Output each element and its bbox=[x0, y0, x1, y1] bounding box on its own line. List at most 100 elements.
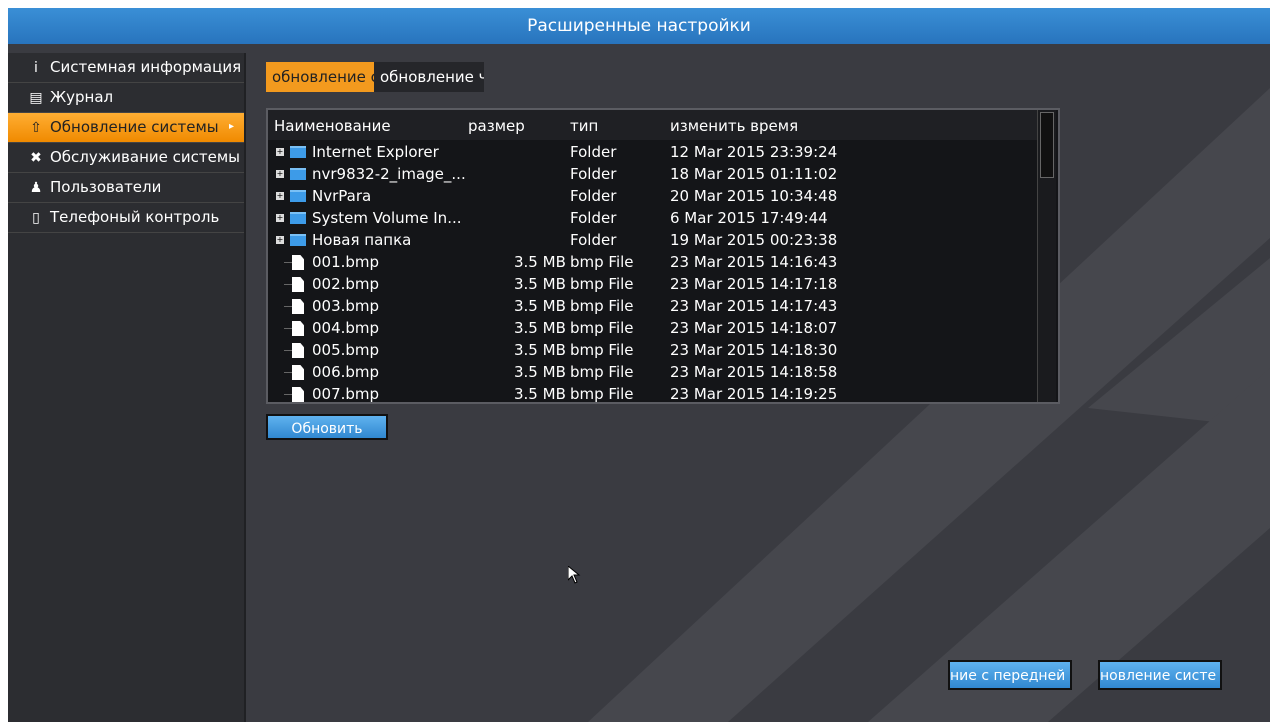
cell-name: Internet Explorer bbox=[312, 143, 439, 161]
cell-modified: 18 Mar 2015 01:11:02 bbox=[670, 165, 838, 183]
table-row[interactable]: 004.bmp 3.5 MB bmp File 23 Mar 2015 14:18:0… bbox=[268, 317, 1042, 339]
refresh-button[interactable]: Обновить bbox=[266, 414, 388, 440]
table-row[interactable]: 006.bmp 3.5 MB bmp File 23 Mar 2015 14:18:5… bbox=[268, 361, 1042, 383]
cell-size: 3.5 MB bbox=[514, 253, 566, 271]
cell-type: bmp File bbox=[570, 363, 634, 381]
sidebar-item-label: Системная информация bbox=[50, 58, 242, 76]
expand-icon[interactable]: + bbox=[276, 192, 284, 200]
table-row[interactable]: 001.bmp 3.5 MB bmp File 23 Mar 2015 14:16:4… bbox=[268, 251, 1042, 273]
table-row[interactable]: 003.bmp 3.5 MB bmp File 23 Mar 2015 14:17:4… bbox=[268, 295, 1042, 317]
sidebar-item-2[interactable]: ⇧ Обновление системы ▸ bbox=[8, 113, 244, 143]
cell-modified: 20 Mar 2015 10:34:48 bbox=[670, 187, 838, 205]
table-row[interactable]: 007.bmp 3.5 MB bmp File 23 Mar 2015 14:19:2… bbox=[268, 383, 1042, 403]
window-title: Расширенные настройки bbox=[8, 8, 1270, 44]
table-row[interactable]: + nvr9832-2_image_... Folder 18 Mar 2015 01… bbox=[268, 163, 1042, 185]
cell-type: Folder bbox=[570, 165, 617, 183]
cell-name: 004.bmp bbox=[312, 319, 380, 337]
column-name-header[interactable]: Наименование bbox=[274, 110, 391, 142]
cell-size: 3.5 MB bbox=[514, 341, 566, 359]
column-size-header[interactable]: размер bbox=[468, 110, 525, 142]
sidebar-item-label: Телефоный контроль bbox=[50, 208, 220, 226]
expand-icon[interactable]: + bbox=[276, 148, 284, 156]
table-row[interactable]: + Internet Explorer Folder 12 Mar 2015 23:3… bbox=[268, 141, 1042, 163]
sidebar: i Системная информация ▤ Журнал ⇧ Обновление … bbox=[8, 53, 246, 722]
folder-icon bbox=[290, 234, 306, 246]
cell-modified: 23 Mar 2015 14:17:18 bbox=[670, 275, 838, 293]
tab-update-from-network[interactable]: обновление ч bbox=[374, 62, 484, 92]
file-icon bbox=[292, 277, 304, 292]
cell-name: 003.bmp bbox=[312, 297, 380, 315]
cell-type: bmp File bbox=[570, 253, 634, 271]
folder-icon bbox=[290, 190, 306, 202]
cell-type: bmp File bbox=[570, 385, 634, 403]
tab-update-from-usb[interactable]: обновление с bbox=[266, 62, 374, 92]
cell-type: bmp File bbox=[570, 341, 634, 359]
cell-modified: 23 Mar 2015 14:18:07 bbox=[670, 319, 838, 337]
file-icon bbox=[292, 255, 304, 270]
sidebar-item-1[interactable]: ▤ Журнал bbox=[8, 83, 244, 113]
cell-modified: 23 Mar 2015 14:18:58 bbox=[670, 363, 838, 381]
cell-name: 005.bmp bbox=[312, 341, 380, 359]
cell-type: bmp File bbox=[570, 319, 634, 337]
info-icon: i bbox=[34, 60, 38, 76]
sidebar-item-5[interactable]: ▯ Телефоный контроль bbox=[8, 203, 244, 233]
file-icon bbox=[292, 387, 304, 402]
cell-name: 002.bmp bbox=[312, 275, 380, 293]
mouse-cursor-icon bbox=[568, 566, 581, 584]
system-update-button[interactable]: новление систе bbox=[1098, 660, 1222, 690]
file-list[interactable]: Наименование размер тип изменить время +… bbox=[266, 108, 1060, 404]
table-row[interactable]: 005.bmp 3.5 MB bmp File 23 Mar 2015 14:18:3… bbox=[268, 339, 1042, 361]
cell-type: Folder bbox=[570, 209, 617, 227]
advanced-settings-window: Расширенные настройки i Системная информа… bbox=[8, 8, 1270, 722]
cell-name: nvr9832-2_image_... bbox=[312, 165, 466, 183]
folder-icon bbox=[290, 146, 306, 158]
cell-modified: 23 Mar 2015 14:16:43 bbox=[670, 253, 838, 271]
table-row[interactable]: + System Volume In... Folder 6 Mar 2015 17:… bbox=[268, 207, 1042, 229]
sidebar-item-4[interactable]: ♟ Пользователи bbox=[8, 173, 244, 203]
sidebar-item-label: Пользователи bbox=[50, 178, 162, 196]
column-type-header[interactable]: тип bbox=[570, 110, 598, 142]
file-icon bbox=[292, 321, 304, 336]
file-icon bbox=[292, 365, 304, 380]
cell-modified: 23 Mar 2015 14:18:30 bbox=[670, 341, 838, 359]
file-icon bbox=[292, 343, 304, 358]
file-list-header: Наименование размер тип изменить время bbox=[268, 110, 1042, 140]
cell-name: 007.bmp bbox=[312, 385, 380, 403]
file-list-scrollbar[interactable] bbox=[1037, 110, 1056, 402]
cell-name: System Volume In... bbox=[312, 209, 462, 227]
cell-modified: 6 Mar 2015 17:49:44 bbox=[670, 209, 828, 227]
file-icon bbox=[292, 299, 304, 314]
sidebar-item-label: Журнал bbox=[50, 88, 114, 106]
update-from-front-button[interactable]: ние с передней bbox=[948, 660, 1072, 690]
cell-type: Folder bbox=[570, 231, 617, 249]
expand-icon[interactable]: + bbox=[276, 170, 284, 178]
table-row[interactable]: + NvrPara Folder 20 Mar 2015 10:34:48 bbox=[268, 185, 1042, 207]
cell-size: 3.5 MB bbox=[514, 385, 566, 403]
sidebar-item-label: Обслуживание системы bbox=[50, 148, 240, 166]
cell-size: 3.5 MB bbox=[514, 275, 566, 293]
sidebar-item-3[interactable]: ✖ Обслуживание системы bbox=[8, 143, 244, 173]
expand-icon[interactable]: + bbox=[276, 214, 284, 222]
cell-modified: 19 Mar 2015 00:23:38 bbox=[670, 231, 838, 249]
cell-name: 001.bmp bbox=[312, 253, 380, 271]
cell-name: NvrPara bbox=[312, 187, 372, 205]
cell-modified: 23 Mar 2015 14:17:43 bbox=[670, 297, 838, 315]
cell-type: Folder bbox=[570, 187, 617, 205]
tab-bar: обновление с обновление ч bbox=[266, 62, 484, 92]
phone-icon: ▯ bbox=[32, 210, 40, 226]
cell-type: bmp File bbox=[570, 297, 634, 315]
table-row[interactable]: + Новая папка Folder 19 Mar 2015 00:23:38 bbox=[268, 229, 1042, 251]
folder-icon bbox=[290, 212, 306, 224]
cell-modified: 23 Mar 2015 14:19:25 bbox=[670, 385, 838, 403]
cell-size: 3.5 MB bbox=[514, 319, 566, 337]
cell-name: Новая папка bbox=[312, 231, 412, 249]
folder-icon bbox=[290, 168, 306, 180]
tools-icon: ✖ bbox=[30, 150, 42, 166]
cell-size: 3.5 MB bbox=[514, 363, 566, 381]
cell-name: 006.bmp bbox=[312, 363, 380, 381]
expand-icon[interactable]: + bbox=[276, 236, 284, 244]
column-modified-header[interactable]: изменить время bbox=[670, 110, 798, 142]
scrollbar-thumb[interactable] bbox=[1040, 112, 1054, 178]
table-row[interactable]: 002.bmp 3.5 MB bmp File 23 Mar 2015 14:17:1… bbox=[268, 273, 1042, 295]
sidebar-item-0[interactable]: i Системная информация bbox=[8, 53, 244, 83]
